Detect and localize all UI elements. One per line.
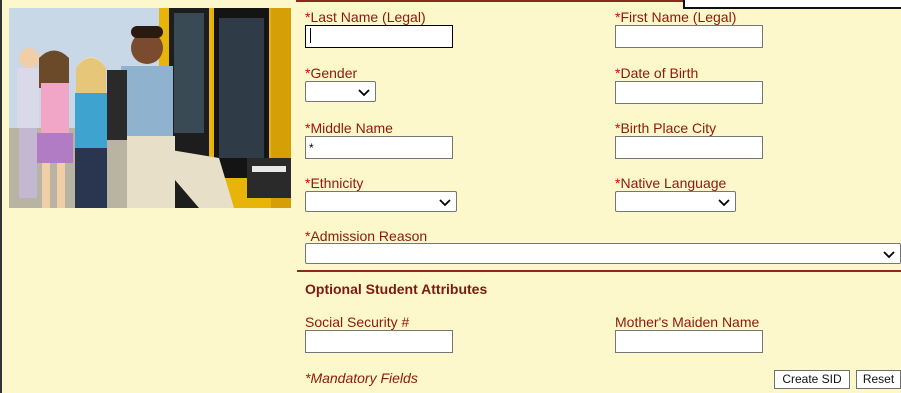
admission-reason-label: *Admission Reason [305, 228, 427, 244]
chevron-down-icon [883, 251, 895, 259]
native-language-label-text: Native Language [620, 175, 727, 191]
chevron-down-icon [358, 89, 370, 97]
first-name-label-text: First Name (Legal) [620, 9, 737, 25]
last-name-input[interactable] [305, 25, 453, 48]
left-border [0, 0, 2, 393]
admission-reason-select[interactable] [305, 243, 901, 264]
native-language-select[interactable] [615, 191, 736, 212]
middle-name-label-text: Middle Name [310, 120, 393, 136]
ethnicity-label: *Ethnicity [305, 175, 363, 191]
reset-button[interactable]: Reset [856, 370, 901, 389]
middle-name-input[interactable] [305, 136, 453, 159]
mandatory-fields-note: *Mandatory Fields [305, 370, 418, 386]
first-name-input[interactable] [615, 25, 763, 48]
middle-name-label: *Middle Name [305, 120, 393, 136]
date-of-birth-label-text: Date of Birth [620, 65, 699, 81]
students-photo [9, 8, 291, 208]
native-language-label: *Native Language [615, 175, 726, 191]
birth-place-city-input[interactable] [615, 136, 763, 159]
last-name-label-text: Last Name (Legal) [310, 9, 426, 25]
gender-label: *Gender [305, 65, 357, 81]
gender-select[interactable] [305, 81, 376, 102]
optional-attributes-heading: Optional Student Attributes [305, 281, 488, 297]
birth-place-city-label: *Birth Place City [615, 120, 716, 136]
social-security-input[interactable] [305, 330, 453, 353]
overlay-window-edge [683, 0, 901, 9]
chevron-down-icon [439, 199, 451, 207]
first-name-label: *First Name (Legal) [615, 9, 736, 25]
create-sid-button[interactable]: Create SID [774, 370, 850, 389]
date-of-birth-label: *Date of Birth [615, 65, 698, 81]
chevron-down-icon [718, 199, 730, 207]
last-name-label: *Last Name (Legal) [305, 9, 426, 25]
gender-label-text: Gender [310, 65, 358, 81]
ethnicity-label-text: Ethnicity [310, 175, 364, 191]
admission-reason-label-text: Admission Reason [310, 228, 428, 244]
birth-place-city-label-text: Birth Place City [620, 120, 717, 136]
text-cursor [310, 28, 311, 43]
section-divider [297, 270, 901, 272]
mothers-maiden-name-label: Mother's Maiden Name [615, 314, 760, 330]
social-security-label: Social Security # [305, 314, 410, 330]
ethnicity-select[interactable] [305, 191, 457, 212]
date-of-birth-input[interactable] [615, 81, 763, 104]
mothers-maiden-name-input[interactable] [615, 330, 763, 353]
